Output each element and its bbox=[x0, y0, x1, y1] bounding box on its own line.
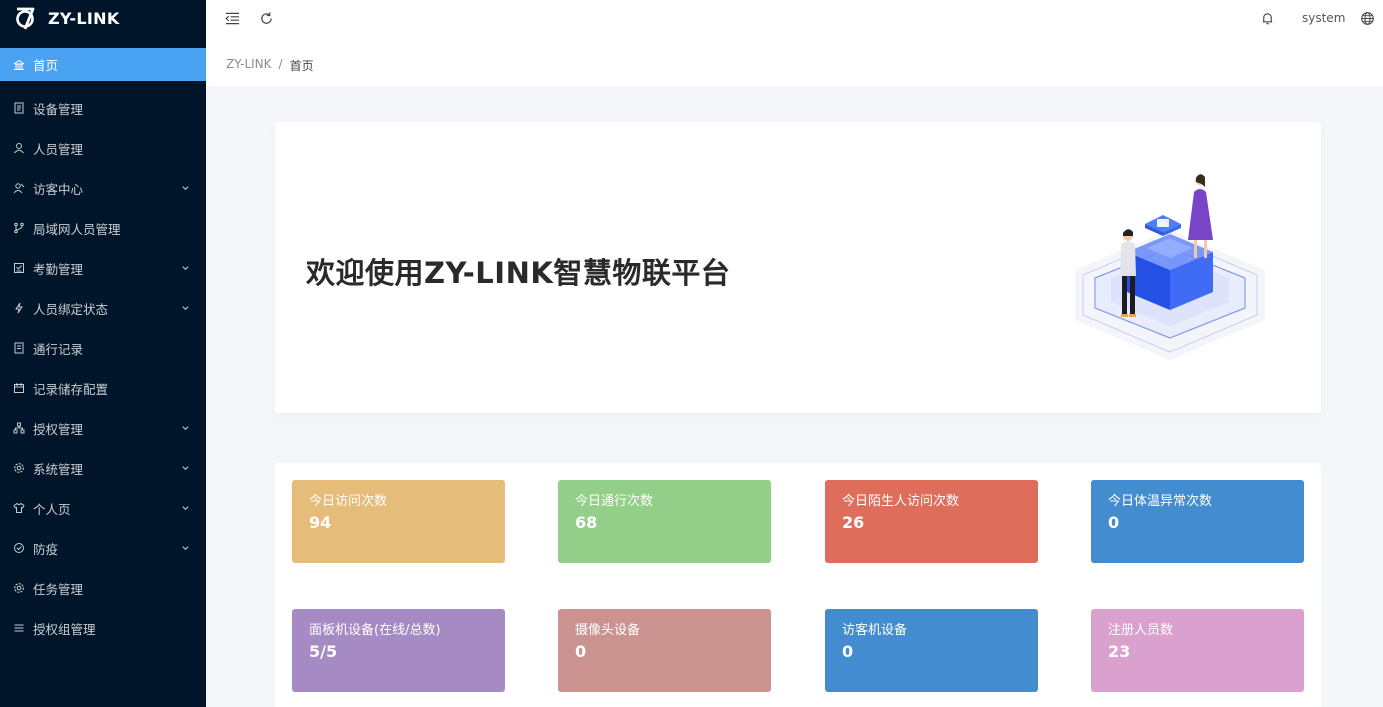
sidebar-item-13[interactable]: 防疫 bbox=[0, 528, 206, 568]
sidebar-item-15[interactable]: 授权组管理 bbox=[0, 608, 206, 648]
sidebar-item-3[interactable]: 人员管理 bbox=[0, 128, 206, 168]
user-name[interactable]: system bbox=[1302, 11, 1345, 25]
sidebar-item-1[interactable]: 首页 bbox=[0, 48, 206, 81]
stat-label: 今日通行次数 bbox=[575, 494, 654, 509]
branch-icon bbox=[12, 221, 26, 235]
sidebar-item-label: 任务管理 bbox=[33, 581, 84, 597]
stat-label: 今日体温异常次数 bbox=[1108, 494, 1213, 509]
sidebar: ZY-LINK 首页设备管理人员管理访客中心局域网人员管理 考勤管理人员绑定状态通… bbox=[0, 0, 206, 707]
stat-card[interactable]: 摄像头设备 0 bbox=[558, 609, 771, 692]
list-icon bbox=[12, 621, 26, 635]
sidebar-item-14[interactable]: 任务管理 bbox=[0, 568, 206, 608]
collapse-menu-icon[interactable] bbox=[224, 10, 240, 26]
home-icon bbox=[12, 58, 26, 72]
sidebar-item-label: 人员绑定状态 bbox=[33, 301, 109, 317]
sidebar-item-label: 记录储存配置 bbox=[33, 381, 109, 397]
breadcrumb-current: 首页 bbox=[289, 59, 314, 73]
stat-value: 94 bbox=[309, 513, 332, 532]
welcome-title: 欢迎使用ZY-LINK智慧物联平台 bbox=[306, 256, 731, 290]
language-globe-icon[interactable] bbox=[1359, 10, 1375, 26]
shirt-icon bbox=[12, 501, 26, 515]
sidebar-item-label: 系统管理 bbox=[33, 461, 84, 477]
sidebar-item-7[interactable]: 人员绑定状态 bbox=[0, 288, 206, 328]
refresh-icon[interactable] bbox=[258, 10, 274, 26]
calendar-icon bbox=[12, 381, 26, 395]
bell-icon[interactable] bbox=[1259, 10, 1275, 26]
stat-card[interactable]: 访客机设备 0 bbox=[825, 609, 1038, 692]
stat-label: 面板机设备(在线/总数) bbox=[309, 623, 441, 638]
sidebar-item-8[interactable]: 通行记录 bbox=[0, 328, 206, 368]
stat-value: 23 bbox=[1108, 642, 1131, 661]
breadcrumb-separator: / bbox=[278, 57, 283, 71]
stat-label: 注册人员数 bbox=[1108, 623, 1174, 638]
stat-value: 0 bbox=[575, 642, 587, 661]
sidebar-item-4[interactable]: 访客中心 bbox=[0, 168, 206, 208]
chevron-down-icon[interactable] bbox=[181, 464, 190, 473]
sidebar-item-9[interactable]: 记录储存配置 bbox=[0, 368, 206, 408]
stat-card[interactable]: 今日通行次数 68 bbox=[558, 480, 771, 563]
stat-label: 访客机设备 bbox=[842, 623, 908, 638]
stats-panel: 今日访问次数 94 今日通行次数 68 今日陌生人访问次数 26 今日体温异常次数 0 面板机设… bbox=[275, 463, 1321, 707]
sidebar-item-10[interactable]: 授权管理 bbox=[0, 408, 206, 448]
stat-label: 今日访问次数 bbox=[309, 494, 388, 509]
chevron-down-icon[interactable] bbox=[181, 184, 190, 193]
sidebar-item-2[interactable]: 设备管理 bbox=[0, 88, 206, 128]
sidebar-item-12[interactable]: 个人页 bbox=[0, 488, 206, 528]
sidebar-item-6[interactable]: 考勤管理 bbox=[0, 248, 206, 288]
chevron-down-icon[interactable] bbox=[181, 264, 190, 273]
main-content: 欢迎使用ZY-LINK智慧物联平台 今日访问次数 94 今日通行次数 68 今日… bbox=[206, 86, 1383, 707]
settings-icon bbox=[12, 581, 26, 595]
stat-card[interactable]: 今日访问次数 94 bbox=[292, 480, 505, 563]
stat-label: 今日陌生人访问次数 bbox=[842, 494, 960, 509]
stat-card[interactable]: 面板机设备(在线/总数) 5/5 bbox=[292, 609, 505, 692]
attendance-icon bbox=[12, 261, 26, 275]
sidebar-item-11[interactable]: 系统管理 bbox=[0, 448, 206, 488]
breadcrumb-bar: ZY-LINK / 首页 bbox=[206, 38, 1383, 86]
chevron-down-icon[interactable] bbox=[181, 504, 190, 513]
lightning-icon bbox=[12, 301, 26, 315]
sidebar-item-label: 授权组管理 bbox=[33, 621, 96, 637]
logo[interactable]: ZY-LINK bbox=[0, 0, 206, 36]
sidebar-item-label: 局域网人员管理 bbox=[33, 221, 121, 237]
stat-value: 26 bbox=[842, 513, 865, 532]
sidebar-item-label: 考勤管理 bbox=[33, 261, 84, 277]
sidebar-item-label: 设备管理 bbox=[33, 101, 84, 117]
top-header: system bbox=[206, 0, 1383, 38]
sidebar-item-label: 访客中心 bbox=[33, 181, 84, 197]
sidebar-item-label: 防疫 bbox=[33, 541, 59, 557]
welcome-card: 欢迎使用ZY-LINK智慧物联平台 bbox=[275, 122, 1321, 413]
logo-text: ZY-LINK bbox=[48, 8, 120, 28]
breadcrumb: ZY-LINK / 首页 bbox=[226, 57, 314, 74]
sidebar-item-label: 个人页 bbox=[33, 501, 71, 517]
stat-value: 0 bbox=[1108, 513, 1120, 532]
gear-icon bbox=[12, 461, 26, 475]
sidebar-item-label: 首页 bbox=[33, 58, 59, 73]
sidebar-menu: 首页设备管理人员管理访客中心局域网人员管理 考勤管理人员绑定状态 通行记录记录储存配… bbox=[0, 48, 206, 648]
shield-icon bbox=[12, 541, 26, 555]
device-icon bbox=[12, 101, 26, 115]
chevron-down-icon[interactable] bbox=[181, 544, 190, 553]
record-icon bbox=[12, 341, 26, 355]
org-icon bbox=[12, 421, 26, 435]
breadcrumb-root[interactable]: ZY-LINK bbox=[226, 57, 272, 74]
sidebar-item-label: 通行记录 bbox=[33, 341, 84, 357]
sidebar-item-label: 人员管理 bbox=[33, 141, 84, 157]
stat-value: 0 bbox=[842, 642, 854, 661]
stat-label: 摄像头设备 bbox=[575, 623, 641, 638]
visitor-icon bbox=[12, 181, 26, 195]
stat-card[interactable]: 注册人员数 23 bbox=[1091, 609, 1304, 692]
stat-value: 5/5 bbox=[309, 642, 338, 661]
stat-card[interactable]: 今日陌生人访问次数 26 bbox=[825, 480, 1038, 563]
iot-platform-illustration bbox=[1075, 174, 1265, 360]
logo-icon bbox=[16, 7, 35, 30]
stat-card[interactable]: 今日体温异常次数 0 bbox=[1091, 480, 1304, 563]
chevron-down-icon[interactable] bbox=[181, 424, 190, 433]
chevron-down-icon[interactable] bbox=[181, 304, 190, 313]
stat-value: 68 bbox=[575, 513, 598, 532]
sidebar-item-5[interactable]: 局域网人员管理 bbox=[0, 208, 206, 248]
user-icon bbox=[12, 141, 26, 155]
sidebar-item-label: 授权管理 bbox=[33, 421, 84, 437]
